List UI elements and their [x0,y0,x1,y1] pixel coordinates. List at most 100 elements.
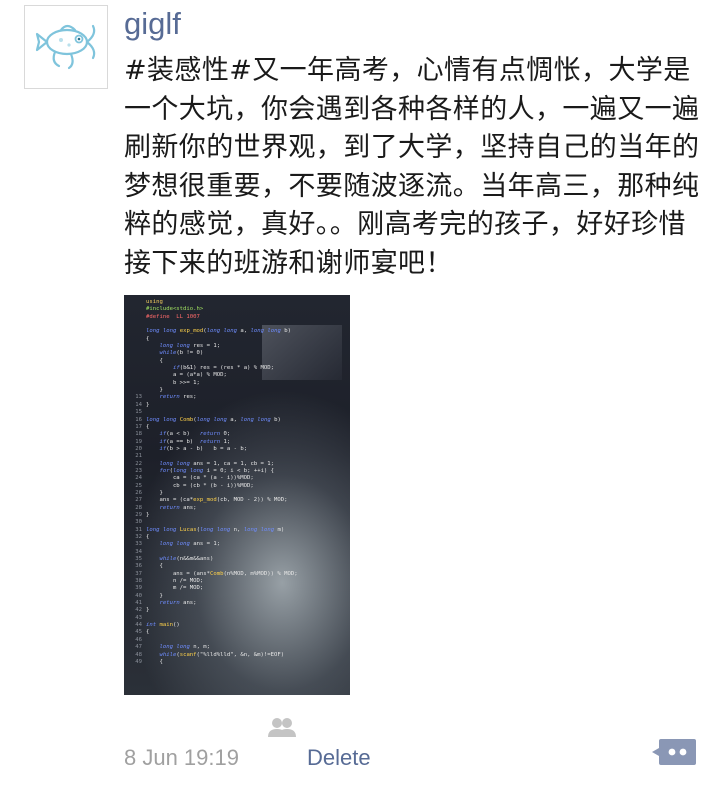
code-line-text: long long n, m; [159,644,211,651]
code-line: 16 long long Comb(long long a, long long … [124,417,350,424]
code-line-text: long long exp_mod(long long a, long long… [146,328,291,335]
code-line-number: 42 [135,607,142,614]
code-line: 14} [124,402,350,409]
username[interactable]: giglf [124,6,181,42]
code-line-number: 23 [135,467,142,474]
code-line: } [124,387,350,394]
code-line: 26 } [124,490,350,497]
code-line: 31 long long Lucas(long long n, long long… [124,527,350,534]
code-line-number: 16 [135,416,142,423]
code-line-number: 35 [135,556,142,563]
code-line: 17 { [124,424,350,431]
code-line: { [124,358,350,365]
code-line-number: 28 [135,504,142,511]
code-line: if(b&1) res = (res * a) % MOD; [124,365,350,372]
code-line: 40 } [124,593,350,600]
code-line-number: 39 [135,585,142,592]
code-line-number: 34 [135,548,142,555]
code-line: long long exp_mod(long long a, long long… [124,328,350,335]
code-line-text: if(b > a - b) b = a - b; [159,445,248,452]
code-line-number: 45 [135,629,142,636]
code-line: 48 while(scanf("%lld%lld", &n, &m)!=EOF) [124,652,350,659]
code-line-text: while(n&&m&&ans) [159,556,214,563]
code-line-number: 36 [135,563,142,570]
code-line: #include<stdio.h> [124,306,350,313]
code-line-text: } [146,511,150,518]
code-line-text: if(a == b) return 1; [159,438,231,445]
code-line-number: 24 [135,475,142,482]
code-line: 19 if(a == b) return 1; [124,439,350,446]
code-line-text: { [146,563,163,570]
code-line-text: ca = (ca * (a - i))%MOD; [146,475,254,482]
code-line-number: 18 [135,431,142,438]
code-line-text: } [146,401,150,408]
code-line: 41 return ans; [124,600,350,607]
code-line: a = (a*a) % MOD; [124,372,350,379]
code-line-number: 20 [135,445,142,452]
code-line: 32 { [124,534,350,541]
code-line-number: 38 [135,578,142,585]
comment-dots-icon[interactable] [651,736,697,768]
code-line-text: ans = (ca*exp_mod(cb, MOD - 2)) % MOD; [146,497,288,504]
code-line-text: n /= MOD; [146,578,204,585]
code-line-text: } [146,607,150,614]
code-line-text: while(b != 0) [159,350,204,357]
code-line-text: { [146,534,150,540]
code-line-number: 21 [135,453,142,460]
post-timestamp: 8 Jun 19:19 [124,745,239,770]
people-icon [268,718,296,737]
code-line: 42} [124,607,350,614]
code-line: using [124,299,350,306]
code-line-text: } [146,489,163,496]
code-line: long long res = 1; [124,343,350,350]
code-line-text: long long Lucas(long long n, long long m… [146,526,285,533]
code-line-number: 40 [135,592,142,599]
code-line: 21 [124,453,350,460]
code-line: 22 long long ans = 1, ca = 1, cb = 1; [124,461,350,468]
code-line: 37 ans = (ans*Comb(n%MOD, m%MOD)) % MOD; [124,571,350,578]
code-line-text: { [146,658,163,665]
code-line-number: 41 [135,600,142,607]
code-line-text: return res; [159,394,197,401]
code-line-number: 25 [135,482,142,489]
code-line-text: m /= MOD; [146,585,204,592]
code-line-number: 29 [135,511,142,518]
code-line-text: while(scanf("%lld%lld", &n, &m)!=EOF) [159,651,285,658]
code-line: 18 if(a < b) return 0; [124,431,350,438]
delete-button[interactable]: Delete [307,745,371,771]
code-line-number: 33 [135,541,142,548]
code-line: 36 { [124,563,350,570]
code-line: 24 ca = (ca * (a - i))%MOD; [124,475,350,482]
avatar[interactable] [24,5,108,89]
code-line-text: { [146,423,150,430]
code-line-text: long long ans = 1, ca = 1, cb = 1; [159,460,275,467]
code-line-text: } [146,592,163,599]
code-line: while(b != 0) [124,350,350,357]
code-line-number: 46 [135,636,142,643]
code-line-number: 19 [135,438,142,445]
code-line-number: 32 [135,534,142,540]
code-line-text: long long Comb(long long a, long long b) [146,416,281,423]
photo-code-listing: using #include<stdio.h> #define LL 1007 lon… [124,299,350,666]
code-line-number: 47 [135,644,142,651]
code-line-number: 48 [135,651,142,658]
code-line-number: 14 [135,401,142,408]
code-line-number: 30 [135,519,142,526]
code-line-text: { [146,629,150,636]
code-line-text: } [146,387,163,394]
code-line: 43 [124,615,350,622]
code-line: 23 for(long long i = 0; i < b; ++i) { [124,468,350,475]
code-line-text: long long ans = 1; [159,541,221,548]
code-line: { [124,336,350,343]
code-line: 29} [124,512,350,519]
code-line-text: b >>= 1; [146,379,200,386]
code-line-text: if(a < b) return 0; [159,431,231,438]
post-photo[interactable]: using #include<stdio.h> #define LL 1007 lon… [124,295,350,695]
code-line-number: 13 [135,394,142,401]
code-line-text: if(b&1) res = (res * a) % MOD; [172,365,274,372]
code-line-text: long long res = 1; [159,343,221,350]
code-line: 38 n /= MOD; [124,578,350,585]
code-line: 25 cb = (cb * (b - i))%MOD; [124,483,350,490]
code-line: 39 m /= MOD; [124,585,350,592]
